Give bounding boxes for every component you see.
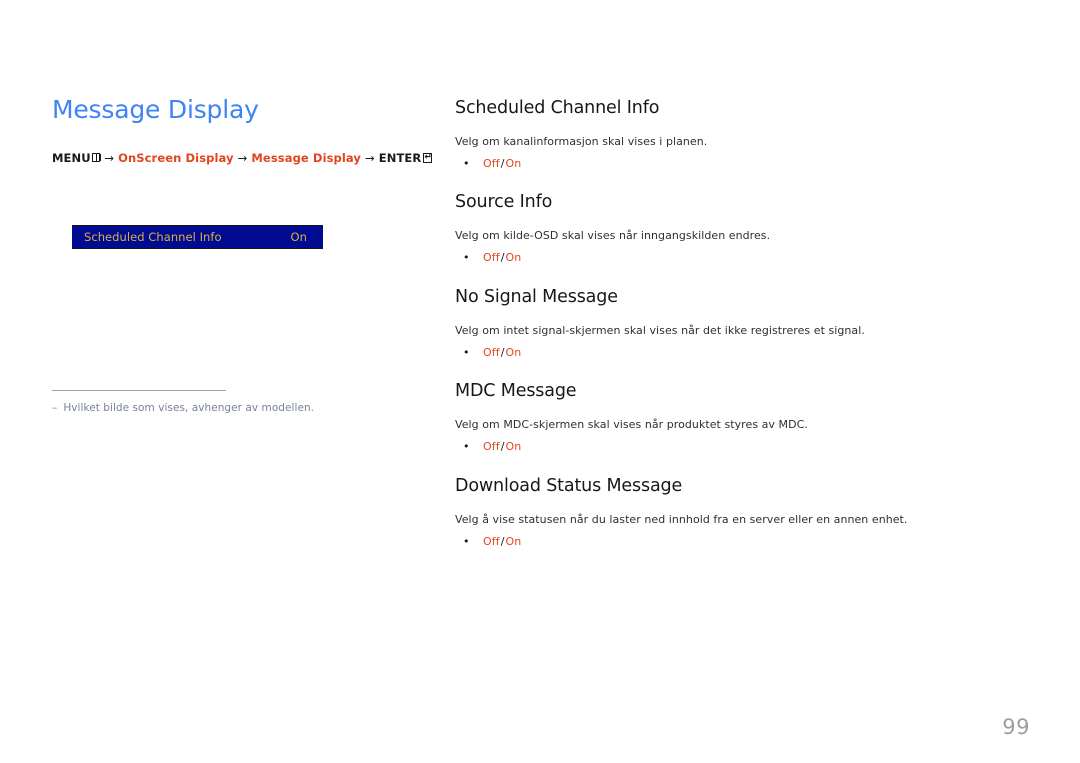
option-list-item: • Off/On [463, 534, 1015, 551]
osd-preview-figure: Scheduled Channel Info On [72, 225, 323, 249]
section-mdc-message: MDC Message Velg om MDC-skjermen skal vi… [455, 381, 1015, 455]
breadcrumb-step-onscreen-display: OnScreen Display [118, 150, 234, 165]
section-description: Velg om MDC-skjermen skal vises når prod… [455, 418, 808, 432]
section-download-status-message: Download Status Message Velg å vise stat… [455, 476, 1015, 550]
osd-menu-row-scheduled-channel-info[interactable]: Scheduled Channel Info On [72, 225, 323, 249]
option-list-item: • Off/On [463, 345, 1015, 362]
bullet-icon: • [463, 251, 470, 265]
bullet-icon: • [463, 534, 470, 548]
osd-menu-row-label: Scheduled Channel Info [84, 230, 222, 244]
breadcrumb-arrow-3: → [365, 150, 375, 165]
manual-page: Message Display MENU → OnScreen Display … [0, 0, 1080, 763]
menu-keypad-icon [91, 153, 101, 162]
option-off[interactable]: Off [483, 157, 500, 170]
section-title: Scheduled Channel Info [455, 98, 660, 118]
bullet-icon: • [463, 440, 470, 454]
section-source-info: Source Info Velg om kilde-OSD skal vises… [455, 192, 1015, 266]
option-off[interactable]: Off [483, 535, 500, 548]
page-number: 99 [1002, 715, 1030, 739]
left-column: Message Display MENU → OnScreen Display … [52, 96, 432, 165]
enter-return-icon: ↵ [423, 151, 432, 163]
option-off[interactable]: Off [483, 440, 500, 453]
breadcrumb-step-message-display: Message Display [251, 150, 362, 165]
option-list-item: • Off/On [463, 156, 1015, 173]
breadcrumb-enter-label: ENTER [378, 150, 422, 165]
section-no-signal-message: No Signal Message Velg om intet signal-s… [455, 287, 1015, 361]
footnote-text: Hvilket bilde som vises, avhenger av mod… [63, 402, 315, 414]
breadcrumb-menu-label: MENU [52, 150, 91, 165]
section-scheduled-channel-info: Scheduled Channel Info Velg om kanalinfo… [455, 98, 1015, 172]
footnote-divider [52, 390, 226, 391]
option-off[interactable]: Off [483, 346, 500, 359]
option-list-item: • Off/On [463, 439, 1015, 456]
right-column: Scheduled Channel Info Velg om kanalinfo… [455, 98, 1015, 550]
page-title: Message Display [52, 95, 259, 124]
section-description: Velg om kilde-OSD skal vises når inngang… [455, 229, 771, 243]
option-off[interactable]: Off [483, 251, 500, 264]
breadcrumb-arrow-2: → [237, 150, 248, 165]
breadcrumb: MENU → OnScreen Display → Message Displa… [52, 151, 432, 165]
footnote-block: – Hvilket bilde som vises, avhenger av m… [52, 390, 382, 416]
osd-menu-row-value: On [290, 230, 307, 244]
option-on[interactable]: On [505, 440, 521, 453]
section-description: Velg å vise statusen når du laster ned i… [455, 512, 908, 526]
section-description: Velg om kanalinformasjon skal vises i pl… [455, 135, 708, 148]
option-on[interactable]: On [505, 251, 521, 264]
bullet-icon: • [463, 345, 470, 359]
section-description: Velg om intet signal-skjermen skal vises… [455, 323, 865, 337]
option-on[interactable]: On [505, 346, 521, 359]
bullet-icon: • [463, 156, 470, 170]
section-title: No Signal Message [455, 286, 618, 307]
footnote-item: – Hvilket bilde som vises, avhenger av m… [52, 401, 382, 416]
option-on[interactable]: On [505, 157, 521, 170]
section-title: MDC Message [455, 381, 577, 402]
section-title: Download Status Message [455, 475, 683, 496]
breadcrumb-arrow-1: → [104, 150, 115, 165]
section-title: Source Info [455, 192, 553, 213]
option-list-item: • Off/On [463, 250, 1015, 267]
enter-return-glyph: ↵ [424, 151, 432, 162]
option-on[interactable]: On [505, 535, 521, 548]
footnote-dash: – [52, 402, 58, 414]
